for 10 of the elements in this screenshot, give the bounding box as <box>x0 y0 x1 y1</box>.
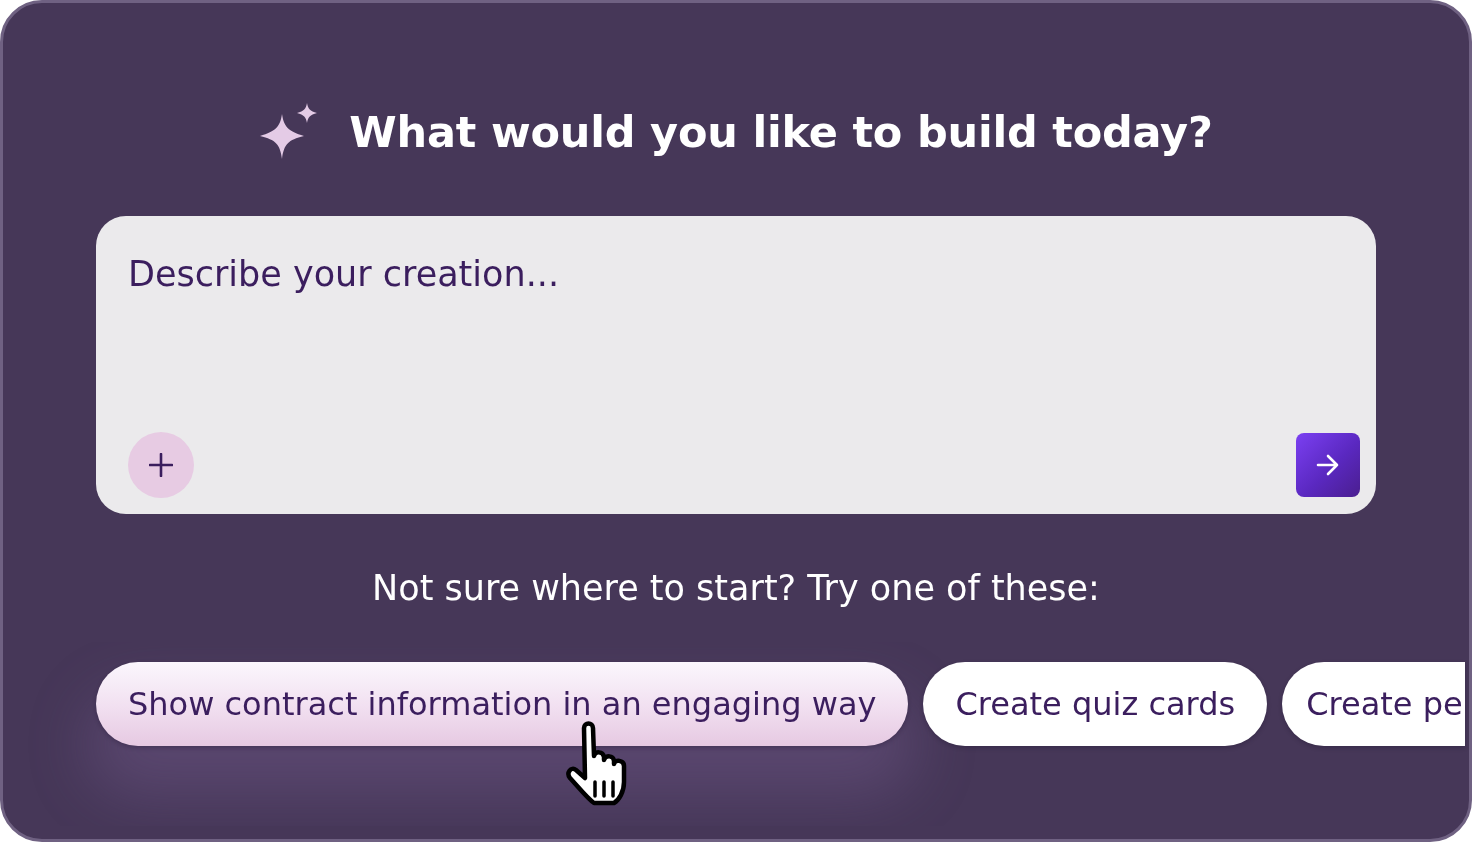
suggestion-chip[interactable]: Create pe <box>1282 662 1465 746</box>
prompt-field[interactable]: Describe your creation... <box>96 216 1376 514</box>
arrow-right-icon <box>1316 454 1340 476</box>
prompt-input[interactable]: Describe your creation... <box>128 216 1360 424</box>
send-button[interactable] <box>1296 433 1360 497</box>
suggestions-heading: Not sure where to start? Try one of these: <box>371 567 1101 610</box>
sparkle-icon <box>259 103 318 159</box>
plus-icon <box>149 453 173 477</box>
page-title: What would you like to build today? <box>349 106 1213 159</box>
suggestion-chip[interactable]: Create quiz cards <box>923 662 1268 746</box>
